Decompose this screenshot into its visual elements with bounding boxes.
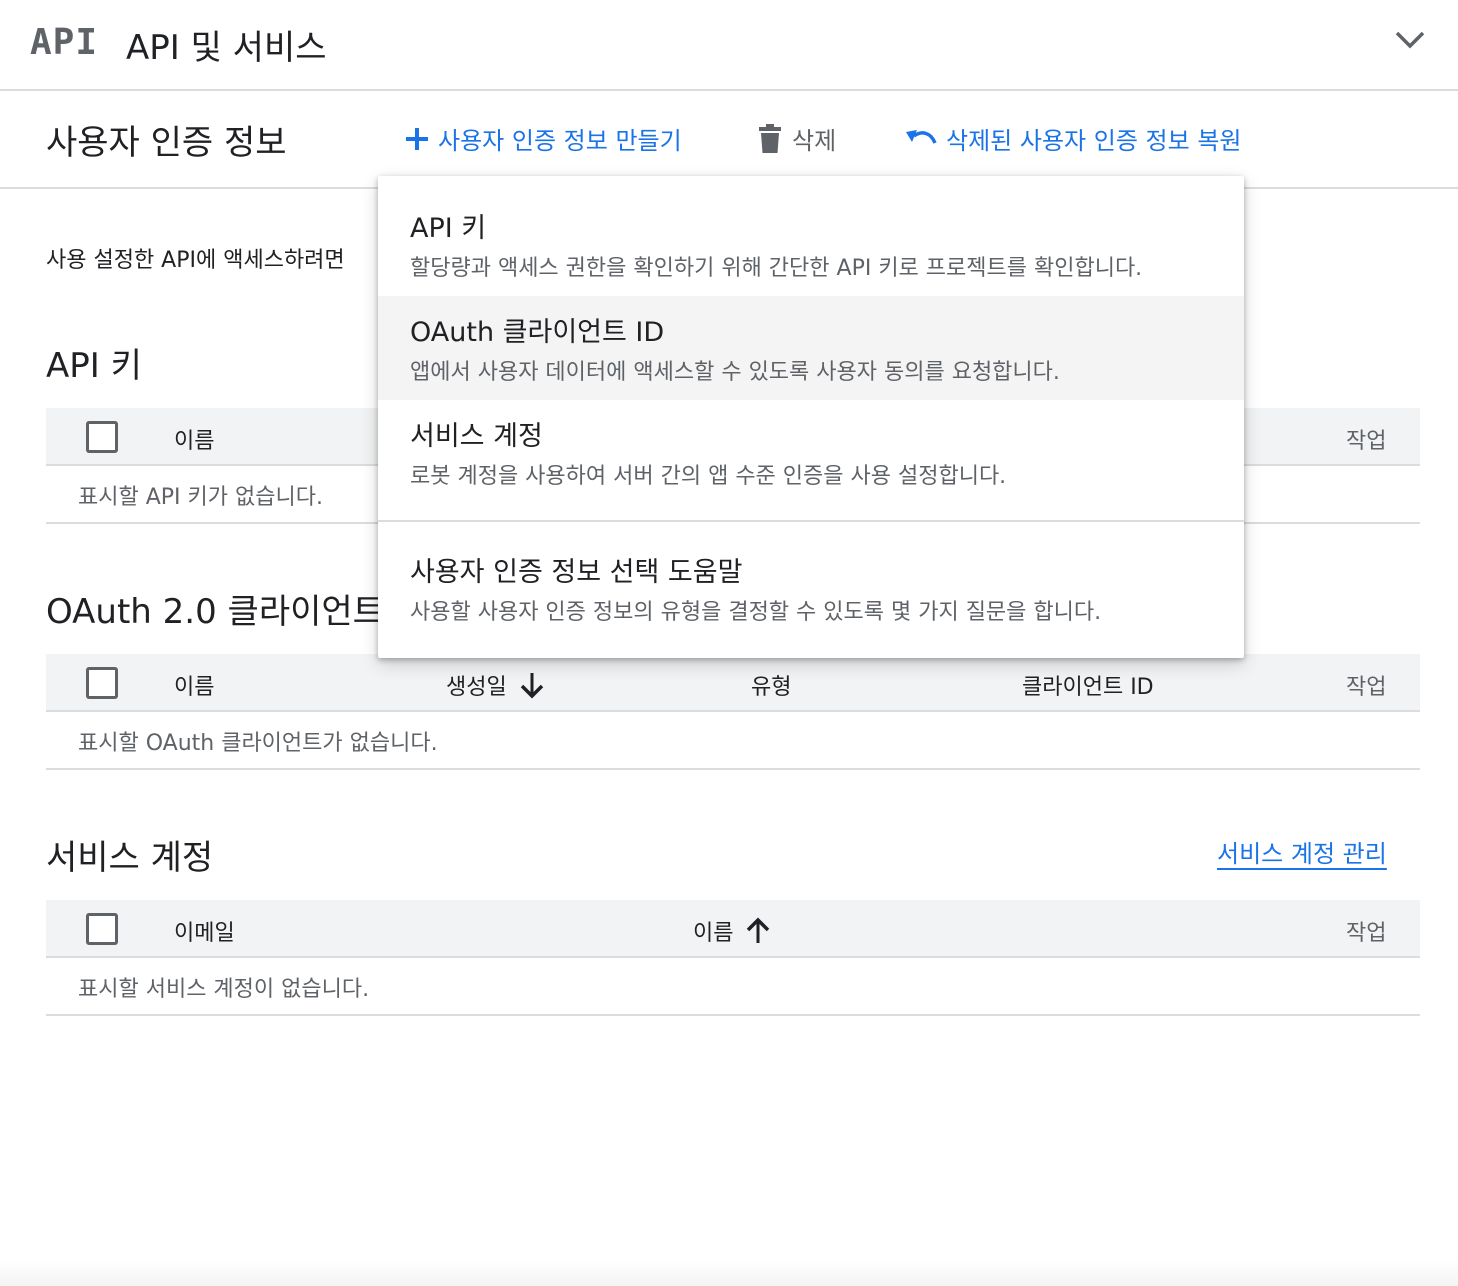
column-email[interactable]: 이메일	[174, 915, 235, 947]
menu-item-api-key[interactable]: API 키 할당량과 액세스 권한을 확인하기 위해 간단한 API 키로 프로…	[378, 194, 1244, 296]
create-credentials-button[interactable]: 사용자 인증 정보 만들기	[404, 121, 682, 156]
menu-item-help-me-choose[interactable]: 사용자 인증 정보 선택 도움말 사용할 사용자 인증 정보의 유형을 결정할 …	[378, 536, 1244, 642]
restore-deleted-label: 삭제된 사용자 인증 정보 복원	[946, 127, 1242, 155]
menu-item-title: 사용자 인증 정보 선택 도움말	[410, 557, 743, 588]
arrow-up-icon	[747, 917, 770, 943]
menu-item-description: 사용할 사용자 인증 정보의 유형을 결정할 수 있도록 몇 가지 질문을 합니…	[410, 600, 1102, 625]
menu-divider	[378, 520, 1244, 522]
column-name[interactable]: 이름	[693, 915, 771, 947]
menu-item-description: 앱에서 사용자 데이터에 액세스할 수 있도록 사용자 동의를 요청합니다.	[410, 360, 1060, 385]
intro-text: 사용 설정한 API에 액세스하려면	[46, 248, 345, 273]
service-accounts-empty-row: 표시할 서비스 계정이 없습니다.	[46, 958, 1420, 1016]
arrow-down-icon	[520, 673, 543, 699]
page-title: 사용자 인증 정보	[46, 123, 287, 163]
menu-item-service-account[interactable]: 서비스 계정 로봇 계정을 사용하여 서버 간의 앱 수준 인증을 사용 설정합…	[378, 400, 1244, 504]
select-all-checkbox[interactable]	[86, 667, 118, 699]
select-all-checkbox[interactable]	[86, 421, 118, 453]
api-logo: API	[30, 22, 99, 63]
restore-deleted-button[interactable]: 삭제된 사용자 인증 정보 복원	[904, 121, 1241, 156]
column-name-label: 이름	[693, 921, 734, 946]
empty-message: 표시할 API 키가 없습니다.	[78, 485, 323, 510]
menu-item-description: 로봇 계정을 사용하여 서버 간의 앱 수준 인증을 사용 설정합니다.	[410, 464, 1007, 489]
chevron-down-icon[interactable]	[1393, 26, 1427, 52]
empty-message: 표시할 서비스 계정이 없습니다.	[78, 977, 370, 1002]
action-bar: 사용자 인증 정보 사용자 인증 정보 만들기 삭제 삭제된 사용자 인증 정보…	[0, 93, 1458, 189]
create-credentials-menu: API 키 할당량과 액세스 권한을 확인하기 위해 간단한 API 키로 프로…	[378, 176, 1244, 658]
service-accounts-table-header: 이메일 이름 작업	[46, 900, 1420, 958]
empty-message: 표시할 OAuth 클라이언트가 없습니다.	[78, 731, 438, 756]
select-all-checkbox[interactable]	[86, 913, 118, 945]
app-title: API 및 서비스	[126, 28, 327, 68]
column-created-label: 생성일	[446, 675, 507, 700]
menu-item-title: 서비스 계정	[410, 421, 543, 452]
column-actions: 작업	[1346, 429, 1387, 454]
menu-item-description: 할당량과 액세스 권한을 확인하기 위해 간단한 API 키로 프로젝트를 확인…	[410, 256, 1143, 281]
undo-icon	[906, 129, 937, 144]
column-actions: 작업	[1346, 921, 1387, 946]
oauth-title: OAuth 2.0 클라이언트	[46, 592, 384, 632]
menu-item-title: OAuth 클라이언트 ID	[410, 317, 665, 348]
trash-icon	[759, 123, 781, 153]
create-credentials-label: 사용자 인증 정보 만들기	[438, 127, 682, 155]
manage-service-accounts-link[interactable]: 서비스 계정 관리	[1217, 834, 1387, 869]
oauth-table-header: 이름 생성일 유형 클라이언트 ID 작업	[46, 654, 1420, 712]
column-type[interactable]: 유형	[751, 669, 791, 701]
menu-item-title: API 키	[410, 213, 487, 244]
column-actions: 작업	[1346, 675, 1387, 700]
column-name[interactable]: 이름	[174, 669, 214, 701]
oauth-empty-row: 표시할 OAuth 클라이언트가 없습니다.	[46, 712, 1420, 770]
column-created[interactable]: 생성일	[446, 669, 545, 701]
delete-label: 삭제	[792, 127, 837, 155]
service-accounts-title: 서비스 계정	[46, 838, 214, 878]
top-bar: API API 및 서비스	[0, 0, 1458, 91]
plus-icon	[406, 127, 428, 150]
delete-button[interactable]: 삭제	[756, 121, 836, 156]
bottom-edge	[0, 1260, 1458, 1286]
api-keys-title: API 키	[46, 346, 142, 386]
menu-item-oauth-client-id[interactable]: OAuth 클라이언트 ID 앱에서 사용자 데이터에 액세스할 수 있도록 사…	[378, 296, 1244, 400]
column-name[interactable]: 이름	[174, 423, 214, 455]
column-client-id[interactable]: 클라이언트 ID	[1022, 669, 1154, 701]
